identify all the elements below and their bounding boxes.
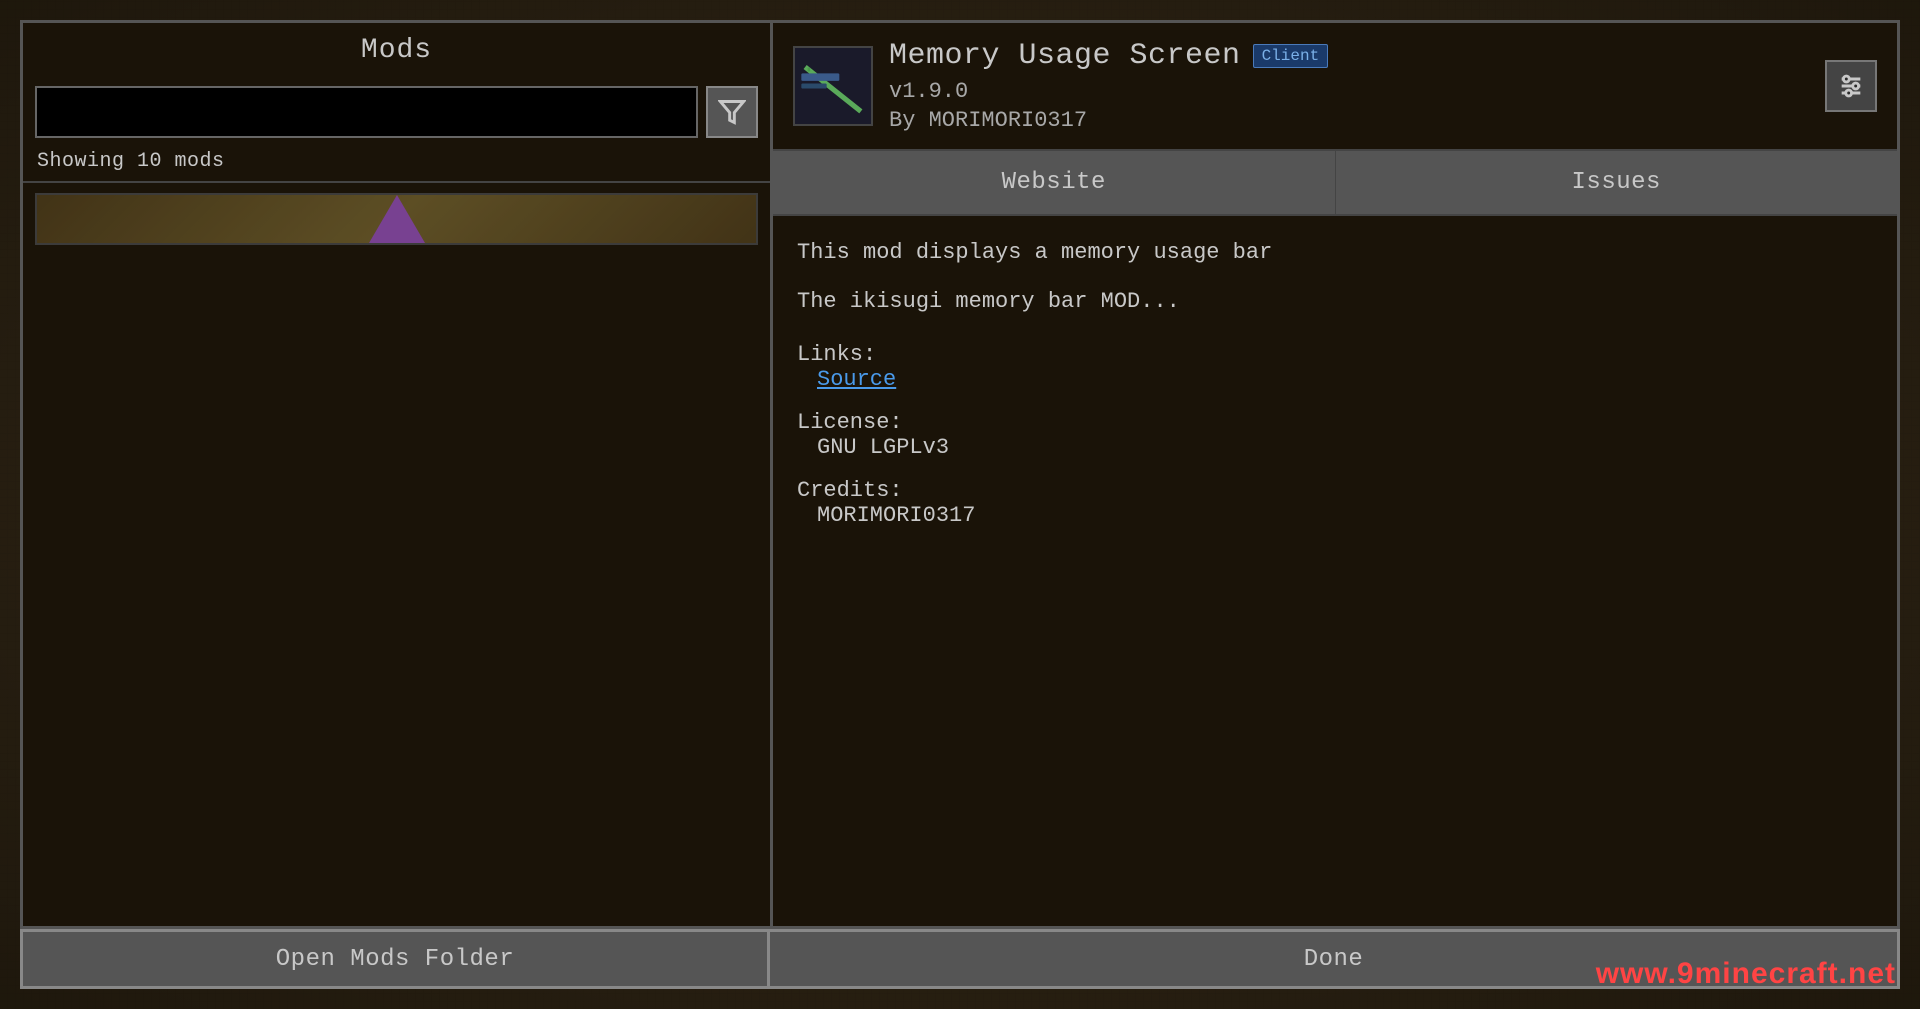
mod-icon-fabric bbox=[35, 193, 758, 245]
mod-detail-header: Memory Usage Screen Client v1.9.0 By MOR… bbox=[773, 23, 1897, 151]
filter-button[interactable] bbox=[706, 86, 758, 138]
detail-settings-button[interactable] bbox=[1825, 60, 1877, 112]
license-value: GNU LGPLv3 bbox=[817, 435, 949, 460]
detail-icon-memory bbox=[793, 46, 873, 126]
panel-title: Mods bbox=[23, 23, 770, 78]
detail-content: This mod displays a memory usage bar The… bbox=[773, 216, 1897, 926]
detail-version: v1.9.0 bbox=[889, 79, 1809, 104]
watermark: www.9minecraft.net bbox=[1596, 957, 1896, 991]
main-container: Drag and drop files into this window to … bbox=[0, 0, 1920, 1009]
detail-badge-client: Client bbox=[1253, 44, 1329, 68]
showing-count: Showing 10 mods bbox=[23, 146, 770, 181]
filter-icon bbox=[718, 98, 746, 126]
detail-title-row: Memory Usage Screen Client bbox=[889, 39, 1809, 73]
detail-author: By MORIMORI0317 bbox=[889, 108, 1809, 133]
website-button[interactable]: Website bbox=[773, 151, 1336, 214]
credits-label: Credits: bbox=[797, 478, 903, 503]
detail-svg-icon bbox=[795, 48, 871, 124]
detail-description: This mod displays a memory usage bar bbox=[797, 236, 1873, 269]
credits-value: MORIMORI0317 bbox=[817, 503, 975, 528]
right-panel: Memory Usage Screen Client v1.9.0 By MOR… bbox=[770, 20, 1900, 929]
panels-area: Mods Showing 10 mods Fabric lan bbox=[20, 20, 1900, 929]
watermark-text: www.9minecraft.net bbox=[1596, 957, 1896, 990]
source-link[interactable]: Source bbox=[817, 367, 896, 392]
search-row bbox=[23, 78, 770, 146]
detail-ikisugi: The ikisugi memory bar MOD... bbox=[797, 285, 1873, 318]
issues-button[interactable]: Issues bbox=[1336, 151, 1898, 214]
detail-meta: Memory Usage Screen Client v1.9.0 By MOR… bbox=[889, 39, 1809, 133]
detail-title: Memory Usage Screen bbox=[889, 39, 1241, 73]
open-mods-folder-button[interactable]: Open Mods Folder bbox=[20, 929, 770, 989]
list-item[interactable]: Fabric language module for kotlin. bbox=[23, 183, 770, 926]
links-label: Links: bbox=[797, 342, 876, 367]
detail-buttons: Website Issues bbox=[773, 151, 1897, 216]
search-input[interactable] bbox=[35, 86, 698, 138]
left-panel: Mods Showing 10 mods Fabric lan bbox=[20, 20, 770, 929]
detail-links-section: Links: Source bbox=[797, 342, 1873, 392]
mods-list[interactable]: Fabric language module for kotlin. bbox=[23, 181, 770, 926]
license-label: License: bbox=[797, 410, 903, 435]
settings-sliders-icon bbox=[1837, 72, 1865, 100]
detail-license-section: License: GNU LGPLv3 bbox=[797, 410, 1873, 460]
detail-credits-section: Credits: MORIMORI0317 bbox=[797, 478, 1873, 528]
fabric-triangle-icon bbox=[369, 195, 425, 243]
